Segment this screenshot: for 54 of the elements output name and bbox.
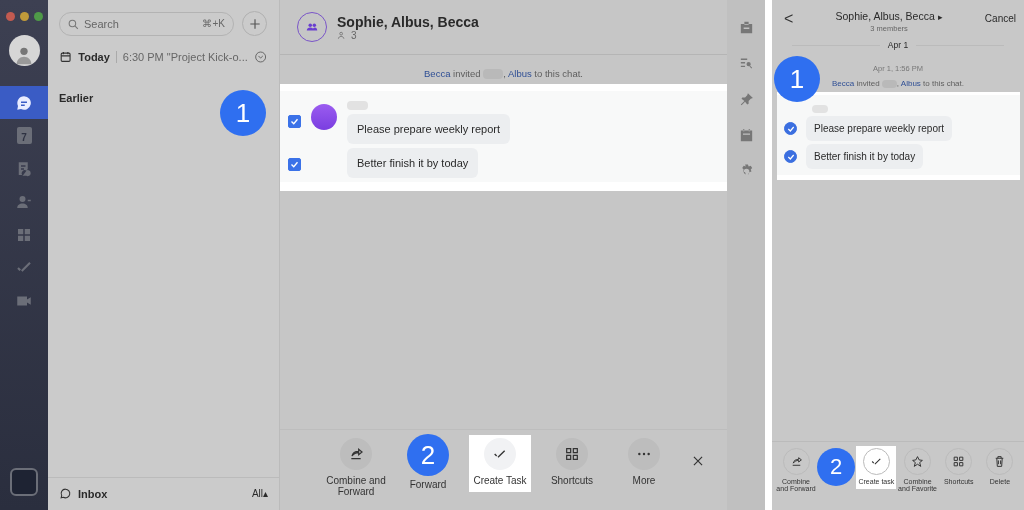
cancel-button[interactable]: Cancel bbox=[984, 13, 1016, 24]
nav-item[interactable] bbox=[0, 86, 48, 119]
message-checkbox[interactable] bbox=[288, 158, 301, 172]
shortcut-hint: ⌘+K bbox=[202, 17, 225, 29]
filter-dropdown[interactable]: All▴ bbox=[251, 488, 268, 499]
step-badge: 2 bbox=[817, 448, 856, 486]
grid-icon bbox=[564, 446, 580, 462]
avatar-icon[interactable] bbox=[8, 35, 40, 66]
today-label: Today bbox=[78, 51, 110, 63]
back-button[interactable]: < bbox=[784, 10, 794, 28]
workspace-button[interactable] bbox=[10, 468, 38, 496]
system-message: Becca invited , Albus to this chat. bbox=[424, 68, 583, 79]
action-button[interactable]: Shortcuts bbox=[541, 438, 603, 492]
member-count: 3 bbox=[351, 29, 357, 41]
message-bubble: Please prepare weekly report bbox=[806, 116, 953, 141]
message-checkbox[interactable] bbox=[288, 115, 301, 129]
section-heading: Earlier bbox=[59, 92, 94, 104]
plus-icon bbox=[247, 16, 262, 31]
message-bubble: Please prepare weekly report bbox=[347, 114, 511, 145]
date-divider: Apr 1 bbox=[887, 40, 909, 50]
calendar-icon: 7 bbox=[16, 127, 32, 144]
step-badge: 1 bbox=[774, 56, 820, 102]
system-message: Becca invited , Albus to this chat. bbox=[832, 79, 964, 88]
message-checkbox[interactable] bbox=[784, 122, 797, 135]
message-checkbox[interactable] bbox=[784, 150, 797, 163]
chevron-down-icon[interactable] bbox=[253, 50, 267, 64]
star-icon bbox=[911, 455, 925, 468]
chat-title: Sophie, Albus, Becca bbox=[337, 13, 479, 30]
action-button[interactable]: Create Task bbox=[469, 435, 531, 492]
user-avatar-icon bbox=[311, 104, 337, 131]
close-icon[interactable] bbox=[691, 454, 705, 468]
event-preview[interactable]: 6:30 PM "Project Kick-o... bbox=[122, 51, 248, 63]
checkmark-icon bbox=[290, 117, 299, 127]
search-icon bbox=[67, 17, 80, 31]
zoom-window-icon[interactable] bbox=[33, 12, 43, 21]
step-badge: 2 bbox=[407, 434, 449, 476]
action-button[interactable]: Forward bbox=[409, 479, 447, 490]
action-button[interactable]: Combine and Forward bbox=[325, 438, 387, 503]
share-icon bbox=[348, 446, 364, 462]
action-button[interactable]: More bbox=[613, 438, 675, 492]
message-bubble: Better finish it by today bbox=[347, 148, 479, 179]
checkmark-icon bbox=[786, 124, 795, 133]
inbox-label[interactable]: Inbox bbox=[78, 487, 108, 500]
chat-title[interactable]: Sophie, Albus, Becca bbox=[835, 10, 935, 22]
chat-bubble-icon bbox=[59, 487, 72, 500]
grid-icon bbox=[952, 455, 966, 468]
checkmark-icon bbox=[290, 160, 299, 170]
calendar-icon bbox=[59, 50, 73, 64]
minimize-window-icon[interactable] bbox=[19, 12, 29, 21]
checkmark-icon bbox=[786, 152, 795, 161]
expand-arrow[interactable]: ▸ bbox=[937, 12, 943, 22]
message-bubble: Better finish it by today bbox=[806, 144, 924, 169]
close-window-icon[interactable] bbox=[5, 12, 15, 21]
chat-bubble-icon bbox=[15, 93, 33, 112]
